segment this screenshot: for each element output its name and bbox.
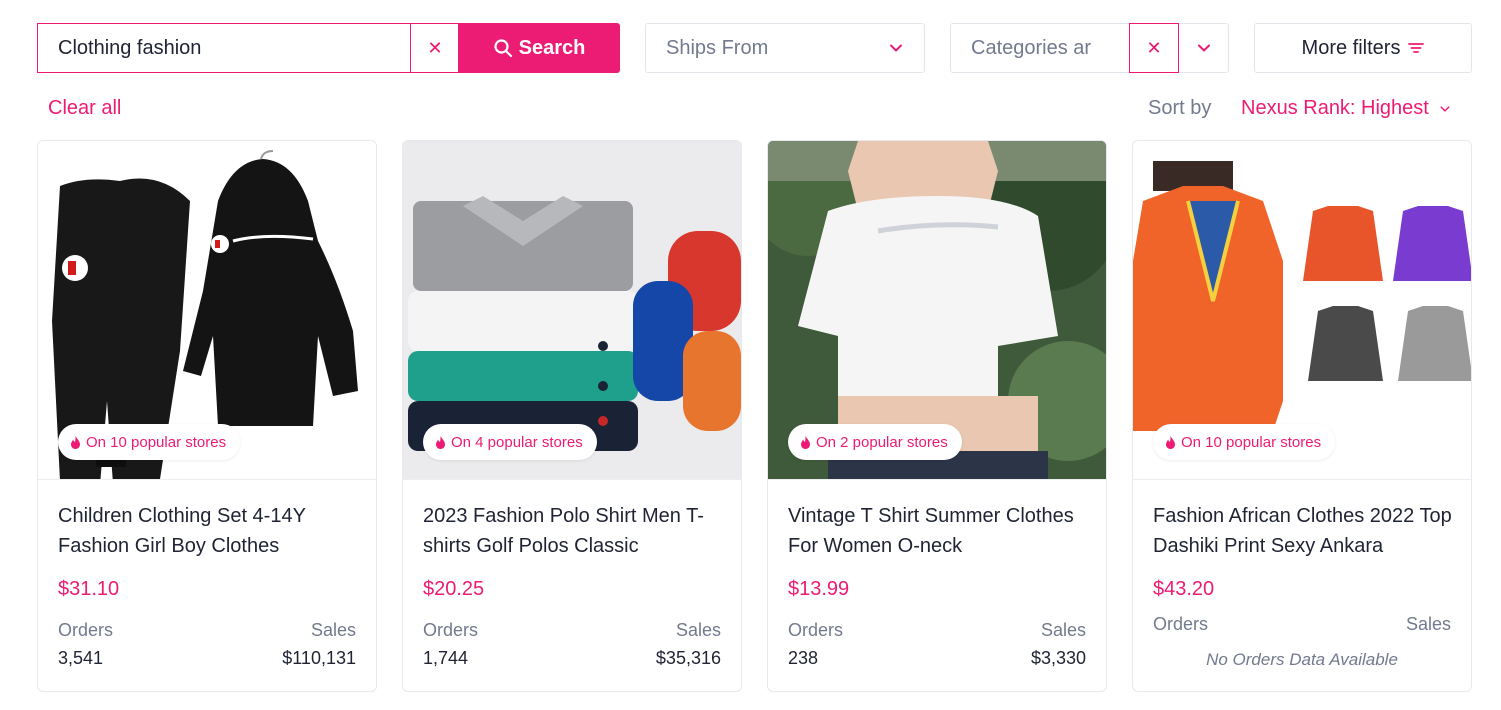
product-price: $13.99 <box>788 578 850 600</box>
sales-value: $35,316 <box>655 648 721 668</box>
product-price: $31.10 <box>58 578 120 600</box>
categories-label: Categories ar <box>971 37 1092 59</box>
popular-stores-text: On 2 popular stores <box>816 433 948 451</box>
orders-value: 3,541 <box>58 648 104 668</box>
fire-icon <box>436 435 445 449</box>
sales-value: $110,131 <box>282 648 356 668</box>
filter-icon <box>1408 43 1425 53</box>
fire-icon <box>71 435 80 449</box>
no-orders-data-text: No Orders Data Available <box>1206 650 1398 669</box>
popular-stores-badge: On 2 popular stores <box>788 424 962 460</box>
product-card[interactable]: On 10 popular stores Children Clothing S… <box>37 140 377 692</box>
product-title[interactable]: Vintage T Shirt Summer Clothes For Women… <box>788 501 1088 561</box>
search-clear-button[interactable]: ✕ <box>410 24 459 72</box>
more-filters-button[interactable]: More filters <box>1254 23 1472 73</box>
categories-dropdown[interactable]: Categories ar ✕ <box>950 23 1229 73</box>
search-icon <box>494 39 512 58</box>
product-title[interactable]: Children Clothing Set 4-14Y Fashion Girl… <box>58 501 358 561</box>
more-filters-label: More filters <box>1301 36 1401 59</box>
product-card[interactable]: On 10 popular stores Fashion African Clo… <box>1132 140 1472 692</box>
fire-icon <box>1166 435 1175 449</box>
chevron-down-icon <box>1197 44 1210 52</box>
popular-stores-badge: On 4 popular stores <box>423 424 597 460</box>
sort-by-label: Sort by <box>1148 97 1212 119</box>
sales-value: $3,330 <box>1030 648 1086 668</box>
sales-label: Sales <box>1405 614 1451 634</box>
orders-label: Orders <box>423 620 479 640</box>
ships-from-dropdown[interactable]: Ships From <box>645 23 925 73</box>
product-card[interactable]: On 4 popular stores 2023 Fashion Polo Sh… <box>402 140 742 692</box>
sales-label: Sales <box>675 620 721 640</box>
categories-clear-button[interactable]: ✕ <box>1129 23 1179 73</box>
product-title[interactable]: 2023 Fashion Polo Shirt Men T-shirts Gol… <box>423 501 723 561</box>
popular-stores-text: On 10 popular stores <box>1181 433 1322 451</box>
card-divider <box>1133 479 1471 480</box>
popular-stores-badge: On 10 popular stores <box>58 424 241 460</box>
card-divider <box>768 479 1106 480</box>
popular-stores-text: On 4 popular stores <box>451 433 583 451</box>
orders-label: Orders <box>1153 614 1209 634</box>
fire-icon <box>801 435 810 449</box>
card-divider <box>38 479 376 480</box>
sort-dropdown[interactable]: Nexus Rank: Highest <box>1241 97 1451 120</box>
orders-label: Orders <box>58 620 114 640</box>
product-title[interactable]: Fashion African Clothes 2022 Top Dashiki… <box>1153 501 1453 561</box>
chevron-down-icon <box>890 44 902 52</box>
popular-stores-text: On 10 popular stores <box>86 433 227 451</box>
orders-value: 238 <box>788 648 819 668</box>
sales-label: Sales <box>310 620 356 640</box>
categories-toggle-button[interactable] <box>1179 24 1228 72</box>
search-input[interactable] <box>38 24 410 72</box>
close-icon: ✕ <box>1146 37 1162 58</box>
orders-label: Orders <box>788 620 844 640</box>
chevron-down-icon <box>1440 105 1450 112</box>
search-button-label: Search <box>518 36 586 59</box>
sort-value: Nexus Rank: Highest <box>1241 97 1429 119</box>
close-icon: ✕ <box>427 37 443 58</box>
popular-stores-badge: On 10 popular stores <box>1153 424 1336 460</box>
card-divider <box>403 479 741 480</box>
search-button[interactable]: Search <box>458 23 620 73</box>
product-price: $43.20 <box>1153 578 1215 600</box>
orders-value: 1,744 <box>423 648 469 668</box>
clear-all-link[interactable]: Clear all <box>48 97 121 120</box>
ships-from-label: Ships From <box>666 36 769 59</box>
search-field[interactable]: ✕ <box>37 23 459 73</box>
sales-label: Sales <box>1040 620 1086 640</box>
product-card[interactable]: On 2 popular stores Vintage T Shirt Summ… <box>767 140 1107 692</box>
product-price: $20.25 <box>423 578 485 600</box>
